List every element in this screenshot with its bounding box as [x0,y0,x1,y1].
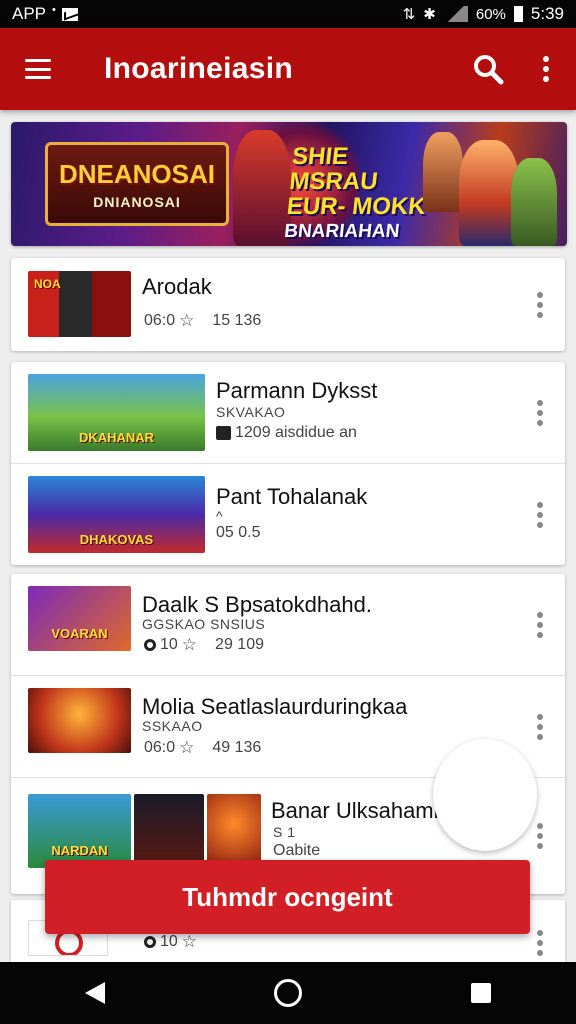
clock-icon [144,936,156,948]
banner-character [423,132,463,212]
list-item[interactable]: DHAKOVAS Pant Tohalanak ^ 05 0.5 [11,464,565,565]
signal-icon [443,6,468,22]
item-title: Parmann Dyksst [216,378,378,403]
primary-action-button[interactable]: Tuhmdr ocngeint [45,860,530,934]
home-icon[interactable] [273,979,302,1007]
game-thumbnail [207,794,261,868]
clock-icon [144,639,156,651]
item-more-icon[interactable] [537,713,543,740]
game-thumbnail: DKAHANAR [28,374,205,451]
mail-icon [61,7,78,21]
banner-logo: DNEANOSAI DNIANOSAI [45,142,229,226]
item-more-icon[interactable] [537,823,543,849]
item-title: Banar Ulksahamk [271,798,445,823]
overflow-menu-button[interactable] [516,28,576,110]
item-subtitle: ^ [216,508,224,524]
item-more-icon[interactable] [537,611,543,638]
item-more-icon[interactable] [537,930,543,957]
list-item[interactable]: NOA Arodak 06:0 ☆ 15 136 [11,258,565,351]
item-meta: 05 0.5 [216,524,261,541]
list-card: DKAHANAR Parmann Dyksst SKVAKAO 1209 ais… [11,362,565,565]
banner-logo-title: DNEANOSAI [58,158,215,189]
banner-logo-subtitle: DNIANOSAI [93,193,181,210]
recents-icon[interactable] [471,983,492,1003]
item-meta: 10 ☆ [144,932,197,952]
banner-character [233,130,291,246]
item-meta: 1209 aisdidue an [216,424,357,442]
battery-percent: 60% [475,5,506,23]
system-nav-bar [0,962,576,1024]
back-icon[interactable] [84,982,105,1004]
game-thumbnail: DHAKOVAS [28,476,205,553]
item-subtitle: GGSKAO SNSIUS [142,616,266,632]
search-icon [474,55,504,85]
battery-icon [513,6,523,22]
more-vert-icon [543,56,549,82]
status-app-label: APP [12,4,47,23]
app-bar: Inoarineiasin [0,28,576,110]
item-more-icon[interactable] [537,501,543,528]
bluetooth-icon: ✱ [423,6,436,23]
star-icon: ☆ [181,635,198,654]
menu-button[interactable] [0,28,76,110]
game-thumbnail: VOARAN [28,586,131,651]
item-title: Molia Seatlaslaurduringkaa [142,694,408,719]
item-title: Daalk S Bpsatokdhahd. [142,592,372,617]
banner-tagline-3: BNARIAHAN [283,221,401,242]
banner-character [511,158,557,246]
item-meta: Oabite [273,842,321,859]
game-thumbnail: NOA [28,271,131,337]
featured-banner[interactable]: DNEANOSAI DNIANOSAI SHIE MSRAU EUR- MOKK… [11,122,567,246]
item-meta: 06:0 ☆ 49 136 [144,738,262,757]
banner-character [459,140,519,246]
list-item[interactable]: VOARAN Daalk S Bpsatokdhahd. GGSKAO SNSI… [11,574,565,676]
search-button[interactable] [460,28,516,110]
game-thumbnail [134,794,204,868]
clock: 5:39 [530,4,564,23]
app-title: Inoarineiasin [104,52,293,85]
hamburger-menu-icon [25,59,51,79]
star-icon: ☆ [179,738,195,757]
banner-tagline-2: EUR- MOKK [285,193,428,220]
item-meta: 10 ☆ 29 109 [144,635,264,655]
banner-tagline-1: SHIE MSRAU [288,143,379,195]
status-bar: APP • ⇅ ✱ 60% 5:39 [0,0,576,28]
data-icon: ⇅ [402,6,416,23]
item-subtitle: SSKAAO [142,718,203,734]
game-thumbnail [28,688,131,753]
item-more-icon[interactable] [537,291,543,318]
star-icon: ☆ [181,932,198,951]
item-title: Arodak [142,274,212,299]
list-card: NOA Arodak 06:0 ☆ 15 136 [11,258,565,351]
item-subtitle: SKVAKAO [216,404,286,420]
banner-tagline: SHIE MSRAU EUR- MOKK BNARIAHAN [283,143,433,242]
like-icon [216,426,231,440]
star-icon: ☆ [179,311,195,330]
item-subtitle: S 1 [273,824,296,840]
list-item[interactable]: DKAHANAR Parmann Dyksst SKVAKAO 1209 ais… [11,362,565,464]
floating-action-button[interactable] [433,739,537,851]
game-thumbnail: NARDAN [28,794,131,868]
item-title: Pant Tohalanak [216,484,368,509]
item-more-icon[interactable] [537,399,543,426]
item-meta: 06:0 ☆ 15 136 [144,311,262,330]
